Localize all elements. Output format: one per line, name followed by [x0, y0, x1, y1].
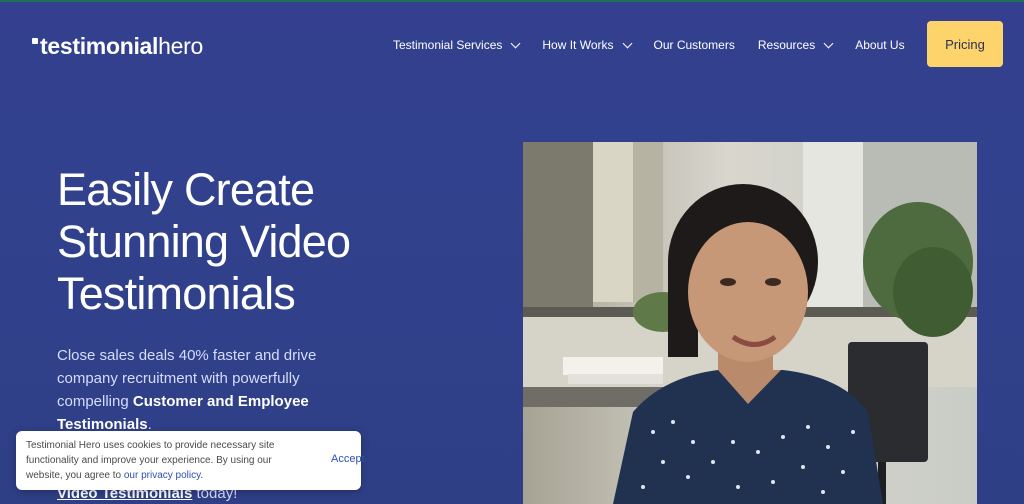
headline-line: Stunning Video	[57, 216, 351, 267]
chevron-down-icon	[823, 38, 834, 48]
headline-line: Testimonials	[57, 268, 296, 319]
logo[interactable]: testimonial hero	[32, 33, 203, 60]
cookie-message-end: .	[200, 470, 204, 481]
privacy-policy-link[interactable]: our privacy policy	[124, 470, 201, 481]
chevron-down-icon	[622, 38, 632, 48]
accept-cookies-button[interactable]: Accept	[331, 453, 365, 465]
nav-item-our-customers[interactable]: Our Customers	[654, 38, 735, 52]
navbar: testimonial hero Testimonial Services Ho…	[0, 2, 1024, 86]
nav-item-resources[interactable]: Resources	[757, 38, 834, 52]
pricing-button[interactable]: Pricing	[927, 21, 1003, 67]
nav-item-label: Our Customers	[653, 38, 735, 52]
hero-headline: Easily Create Stunning Video Testimonial…	[57, 164, 477, 320]
cookie-banner: Testimonial Hero uses cookies to provide…	[16, 431, 365, 490]
nav-item-label: How It Works	[542, 38, 614, 52]
hero-photo	[523, 142, 977, 504]
nav-item-label: About Us	[855, 38, 905, 52]
headline-line: Easily Create	[57, 164, 315, 215]
woman-video-testimonial-image	[523, 142, 977, 504]
nav-item-how-it-works[interactable]: How It Works	[542, 38, 632, 52]
cookie-text: Testimonial Hero uses cookies to provide…	[26, 438, 311, 483]
nav-item-about-us[interactable]: About Us	[855, 38, 904, 52]
nav-item-label: Testimonial Services	[393, 38, 503, 52]
main-menu: Testimonial Services How It Works Our Cu…	[393, 38, 928, 52]
nav-item-label: Resources	[757, 38, 816, 52]
logo-mark-icon	[32, 38, 38, 44]
hero-subtext: Close sales deals 40% faster and drive c…	[57, 344, 357, 436]
chevron-down-icon	[510, 38, 521, 48]
nav-item-testimonial-services[interactable]: Testimonial Services	[393, 38, 521, 52]
logo-text-light: hero	[158, 33, 203, 59]
logo-text-bold: testimonial	[40, 33, 159, 59]
